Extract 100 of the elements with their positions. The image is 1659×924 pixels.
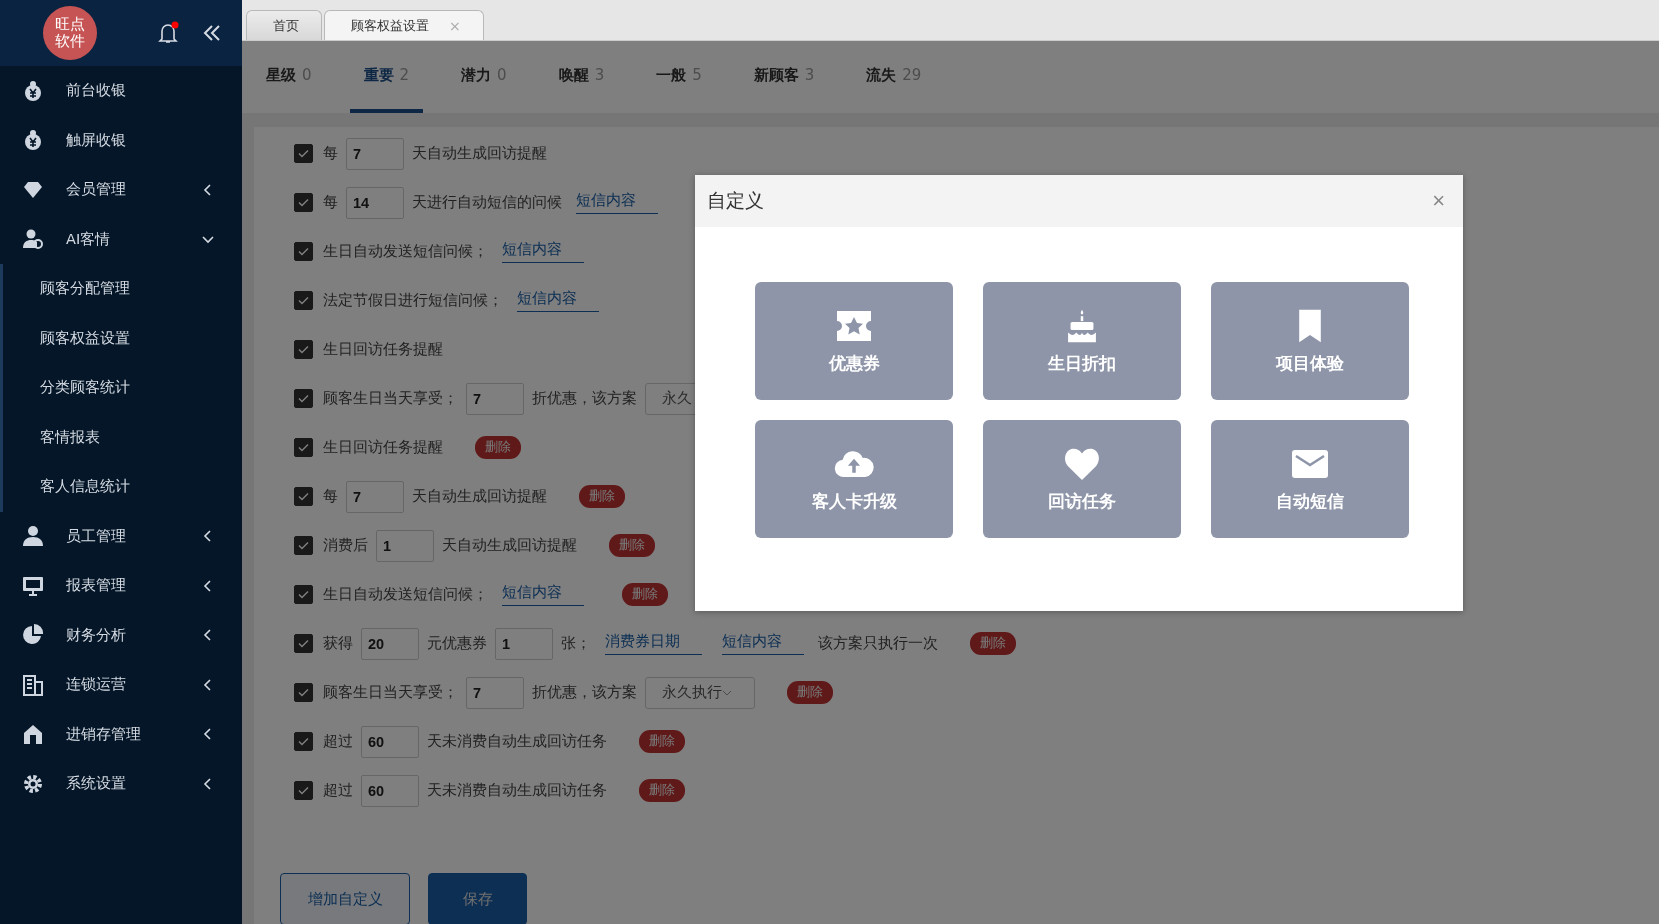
rule-text: 超过 — [323, 732, 353, 751]
checkbox[interactable] — [294, 144, 313, 163]
menu-icon — [22, 624, 44, 647]
collapse-icon[interactable] — [202, 23, 222, 43]
rule-text: 折优惠，该方案 — [532, 389, 637, 408]
sidebar-item[interactable]: AI客情 — [0, 214, 242, 264]
checkbox[interactable] — [294, 340, 313, 359]
menu-icon — [22, 228, 44, 251]
caret-icon — [722, 688, 732, 697]
dialog-title: 自定义 — [707, 188, 764, 213]
number-field[interactable]: 7 — [346, 480, 404, 513]
checkbox[interactable] — [294, 487, 313, 506]
rule-text: 天未消费自动生成回访任务 — [427, 732, 607, 751]
add-button[interactable]: 增加自定义 — [280, 873, 410, 924]
chevron-down-icon — [202, 233, 214, 246]
rule-text: 天进行自动短信的问候 — [412, 193, 562, 212]
rule-text: 消费后 — [323, 536, 368, 555]
sidebar-item[interactable]: 进销存管理 — [0, 709, 242, 759]
duration-select[interactable]: 永久执行 — [645, 676, 755, 709]
menu-icon — [22, 79, 44, 102]
rule-text: 折优惠，该方案 — [532, 683, 637, 702]
delete-button[interactable]: 删除 — [609, 534, 655, 557]
checkbox[interactable] — [294, 193, 313, 212]
rule-text: 张； — [561, 634, 591, 653]
rule-text: 生日回访任务提醒 — [323, 340, 443, 359]
number-field[interactable]: 60 — [361, 725, 419, 758]
rule-text: 每 — [323, 487, 338, 506]
sidebar-item[interactable]: 会员管理 — [0, 165, 242, 215]
number-field[interactable]: 1 — [376, 529, 434, 562]
sidebar-item[interactable]: 连锁运营 — [0, 660, 242, 710]
sidebar-item[interactable]: 报表管理 — [0, 561, 242, 611]
checkbox[interactable] — [294, 536, 313, 555]
checkbox[interactable] — [294, 683, 313, 702]
chevron-left-icon — [202, 678, 214, 691]
checkbox[interactable] — [294, 438, 313, 457]
delete-button[interactable]: 删除 — [622, 583, 668, 606]
number-field[interactable]: 7 — [466, 676, 524, 709]
sidebar-item[interactable]: 系统设置 — [0, 759, 242, 809]
chevron-left-icon — [202, 728, 214, 741]
delete-button[interactable]: 删除 — [639, 779, 685, 802]
option-tile[interactable]: 优惠券 — [755, 282, 953, 400]
delete-button[interactable]: 删除 — [639, 730, 685, 753]
option-tile[interactable]: 项目体验 — [1211, 282, 1409, 400]
number-field[interactable]: 20 — [361, 627, 419, 660]
sms-content-link[interactable]: 消费券日期 — [605, 632, 702, 655]
checkbox[interactable] — [294, 291, 313, 310]
page-tab[interactable]: 首页 — [246, 10, 322, 40]
number-field[interactable]: 60 — [361, 774, 419, 807]
delete-button[interactable]: 删除 — [579, 485, 625, 508]
checkbox[interactable] — [294, 732, 313, 751]
menu-icon — [22, 525, 44, 548]
checkbox[interactable] — [294, 389, 313, 408]
rule-text: 天未消费自动生成回访任务 — [427, 781, 607, 800]
chevron-left-icon — [202, 579, 214, 592]
rule-text: 该方案只执行一次 — [818, 634, 938, 653]
chevron-left-icon — [202, 629, 214, 642]
rule-text: 元优惠券 — [427, 634, 487, 653]
sidebar-item[interactable]: 员工管理 — [0, 511, 242, 561]
number-field[interactable]: 1 — [495, 627, 553, 660]
sms-content-link[interactable]: 短信内容 — [722, 632, 804, 655]
sidebar-item[interactable]: 前台收银 — [0, 66, 242, 116]
rule-text: 天自动生成回访提醒 — [442, 536, 577, 555]
sms-content-link[interactable]: 短信内容 — [517, 289, 599, 312]
sms-content-link[interactable]: 短信内容 — [576, 191, 658, 214]
save-button[interactable]: 保存 — [428, 873, 527, 924]
chevron-left-icon — [202, 530, 214, 543]
option-tile[interactable]: 自动短信 — [1211, 420, 1409, 538]
sidebar-item[interactable]: 财务分析 — [0, 610, 242, 660]
rule-text: 顾客生日当天享受； — [323, 389, 458, 408]
option-tile[interactable]: 回访任务 — [983, 420, 1181, 538]
menu-icon — [22, 574, 44, 597]
checkbox[interactable] — [294, 585, 313, 604]
checkbox[interactable] — [294, 781, 313, 800]
rule-text: 生日回访任务提醒 — [323, 438, 443, 457]
menu-icon — [22, 673, 44, 696]
chevron-left-icon — [202, 777, 214, 790]
rule-text: 每 — [323, 193, 338, 212]
option-tile[interactable]: 生日折扣 — [983, 282, 1181, 400]
option-tile[interactable]: 客人卡升级 — [755, 420, 953, 538]
delete-button[interactable]: 删除 — [970, 632, 1016, 655]
delete-button[interactable]: 删除 — [475, 436, 521, 459]
close-button[interactable]: × — [1432, 188, 1445, 214]
number-field[interactable]: 14 — [346, 186, 404, 219]
rule-text: 天自动生成回访提醒 — [412, 487, 547, 506]
number-field[interactable]: 7 — [346, 137, 404, 170]
delete-button[interactable]: 删除 — [787, 681, 833, 704]
sms-content-link[interactable]: 短信内容 — [502, 583, 584, 606]
chevron-left-icon — [202, 183, 214, 196]
page-tab[interactable]: 顾客权益设置 × — [324, 10, 484, 40]
number-field[interactable]: 7 — [466, 382, 524, 415]
rule-text: 天自动生成回访提醒 — [412, 144, 547, 163]
rule-text: 生日自动发送短信问候； — [323, 585, 488, 604]
checkbox[interactable] — [294, 634, 313, 653]
sidebar-item[interactable]: 触屏收银 — [0, 115, 242, 165]
checkbox[interactable] — [294, 242, 313, 261]
rule-text: 获得 — [323, 634, 353, 653]
rule-text: 超过 — [323, 781, 353, 800]
bell-icon[interactable] — [158, 21, 180, 45]
sms-content-link[interactable]: 短信内容 — [502, 240, 584, 263]
rule-text: 每 — [323, 144, 338, 163]
